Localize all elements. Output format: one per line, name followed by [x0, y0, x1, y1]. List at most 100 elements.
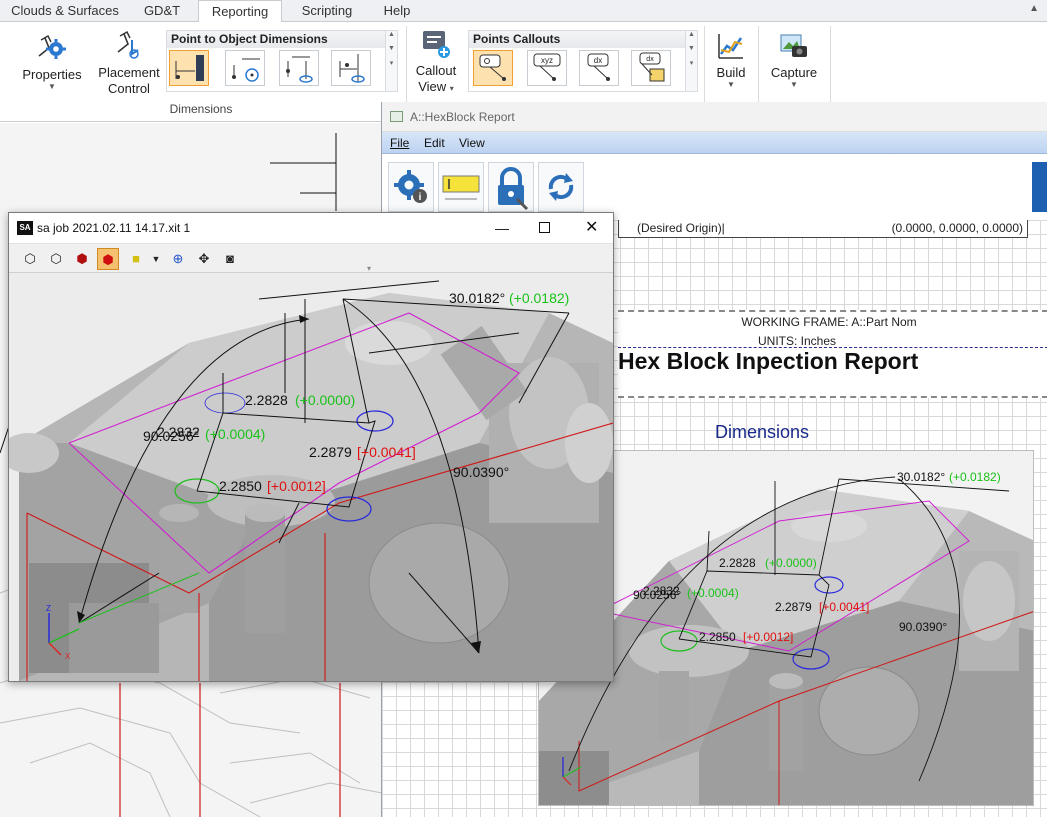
distance-b-label: 2.2832 [157, 424, 200, 440]
callout-view-button[interactable]: Callout View ▾ [408, 28, 464, 95]
camera-icon[interactable]: ◙ [219, 248, 241, 270]
dim-point-to-plane-button[interactable] [169, 50, 209, 86]
tab-help[interactable]: Help [370, 0, 424, 22]
dropdown-arrow-icon: ▼ [727, 80, 735, 89]
callout-dx-button[interactable]: dx [579, 50, 619, 86]
callout-dx-icon: dx [587, 53, 610, 81]
report-window-icon [390, 111, 403, 122]
report-label-button[interactable] [438, 162, 484, 212]
toolbar-overflow-icon[interactable]: ▾ [367, 264, 371, 273]
chevron-up-icon[interactable]: ▲ [1029, 3, 1039, 14]
build-button[interactable]: Build ▼ [708, 30, 754, 89]
callout-xyz-button[interactable]: xyz [527, 50, 567, 86]
dim-point-to-axis-button[interactable] [331, 50, 371, 86]
lock-icon [498, 167, 529, 211]
shaded-view-icon[interactable]: ⬢ [71, 248, 93, 270]
viewport-toolbar: ⬡ ⬡ ⬢ ⬢ ■ ▼ ⊕ ✥ ◙ ▾ [9, 243, 613, 273]
axis-z-label: Z [46, 604, 51, 613]
report-refresh-button[interactable] [538, 162, 584, 212]
viewport-3d-view[interactable]: Z X 30.0182° (+0.0182) 90.0390° 90.0256°… [9, 273, 613, 681]
dim-point-to-cylinder-button[interactable] [279, 50, 319, 86]
point-to-object-gallery: Point to Object Dimensions ▲ ▼ ▾ [166, 30, 398, 92]
minimize-icon[interactable]: — [495, 213, 509, 243]
properties-label: Properties [22, 67, 82, 82]
report-dist-b-dev: (+0.0004) [687, 586, 739, 600]
callout-dx-table-icon: dx [639, 52, 665, 82]
close-icon[interactable]: ✕ [585, 213, 598, 243]
wireframe-view-icon[interactable]: ⬡ [19, 248, 41, 270]
menu-file[interactable]: File [390, 132, 409, 154]
build-label: Build [716, 65, 746, 80]
viewport-title: sa job 2021.02.11 14.17.xit 1 [37, 221, 191, 235]
callout-view-icon [423, 31, 450, 58]
dropdown-arrow-icon[interactable]: ▼ [145, 248, 167, 270]
tab-gdt[interactable]: GD&T [130, 0, 194, 22]
distance-d-deviation: [+0.0012] [267, 478, 326, 494]
gallery-scroll-2[interactable]: ▲ ▼ ▾ [685, 31, 697, 91]
placement-icon [117, 31, 139, 59]
viewport-window: SA sa job 2021.02.11 14.17.xit 1 — ✕ ⬡ ⬡… [8, 212, 614, 682]
gallery-title: Point to Object Dimensions [167, 31, 397, 48]
report-dist-a: 2.2828 [719, 556, 756, 570]
origin-label: (Desired Origin)| [637, 221, 725, 235]
properties-icon [38, 35, 66, 59]
distance-d-label: 2.2850 [219, 478, 262, 494]
working-frame-text: WORKING FRAME: A::Part Nom [741, 315, 917, 329]
distance-c-deviation: [+0.0041] [357, 444, 416, 460]
pan-icon[interactable]: ✥ [193, 248, 215, 270]
maximize-icon[interactable] [539, 222, 550, 233]
report-dist-c-dev: [+0.0041] [819, 600, 869, 614]
menu-edit[interactable]: Edit [424, 132, 445, 154]
report-dist-a-dev: (+0.0000) [765, 556, 817, 570]
camera-icon [780, 34, 807, 57]
origin-row: (Desired Origin)| (0.0000, 0.0000, 0.000… [618, 220, 1028, 238]
point-to-plane-icon [175, 55, 204, 81]
report-title-bar: A::HexBlock Report [382, 102, 1047, 132]
report-title: A::HexBlock Report [410, 110, 515, 124]
report-settings-button[interactable]: i [388, 162, 434, 212]
gear-info-icon: i [394, 170, 427, 203]
menu-view[interactable]: View [459, 132, 485, 154]
report-menubar: File Edit View [382, 132, 1047, 154]
tab-clouds-surfaces[interactable]: Clouds & Surfaces [6, 0, 124, 22]
highlight-icon[interactable]: ■ [125, 248, 147, 270]
report-dist-d: 2.2850 [699, 630, 736, 644]
tab-scripting[interactable]: Scripting [288, 0, 366, 22]
target-icon[interactable]: ⊕ [167, 248, 189, 270]
group-separator [704, 26, 705, 114]
callout-name-button[interactable] [473, 50, 513, 86]
callout-xyz-icon: xyz [533, 53, 561, 81]
distance-b-deviation: (+0.0004) [205, 426, 265, 442]
control-label: Control [108, 81, 150, 96]
export-excel-icon[interactable] [1032, 162, 1047, 212]
angle-top-label: 30.0182° [449, 290, 505, 306]
tab-reporting[interactable]: Reporting [198, 0, 282, 23]
point-to-axis-icon [339, 54, 365, 83]
dropdown-arrow-icon: ▼ [790, 80, 798, 89]
view-label: View [418, 79, 447, 94]
svg-text:i: i [419, 192, 422, 203]
dimensions-group-label: Dimensions [169, 102, 233, 116]
properties-button[interactable]: Properties ▼ [14, 30, 90, 91]
report-heading: Hex Block Inpection Report [618, 348, 919, 374]
capture-button[interactable]: Capture ▼ [764, 30, 824, 89]
group-separator [406, 26, 407, 114]
report-dist-c: 2.2879 [775, 600, 812, 614]
label-icon [442, 175, 480, 200]
ribbon-tab-bar: Clouds & Surfaces GD&T Reporting Scripti… [0, 0, 1047, 23]
distance-c-label: 2.2879 [309, 444, 352, 460]
points-callouts-gallery: Points Callouts xyz dx dx ▲ ▼ ▾ [468, 30, 698, 92]
report-lock-button[interactable] [488, 162, 534, 212]
units-text: UNITS: Inches [757, 334, 837, 348]
build-chart-icon [718, 34, 743, 59]
placement-control-button[interactable]: Placement Control [94, 30, 164, 97]
shaded-edges-icon[interactable]: ⬢ [97, 248, 119, 270]
angle-right-label: 90.0390° [453, 464, 509, 480]
dim-point-to-circle-button[interactable] [225, 50, 265, 86]
hidden-line-icon[interactable]: ⬡ [45, 248, 67, 270]
dimensions-heading: Dimensions [714, 422, 810, 442]
callout-dx-table-button[interactable]: dx [631, 50, 671, 86]
callout-dx-text: dx [594, 56, 602, 65]
gallery-scroll[interactable]: ▲ ▼ ▾ [385, 31, 397, 91]
viewport-title-bar[interactable]: SA sa job 2021.02.11 14.17.xit 1 — ✕ [9, 213, 613, 243]
